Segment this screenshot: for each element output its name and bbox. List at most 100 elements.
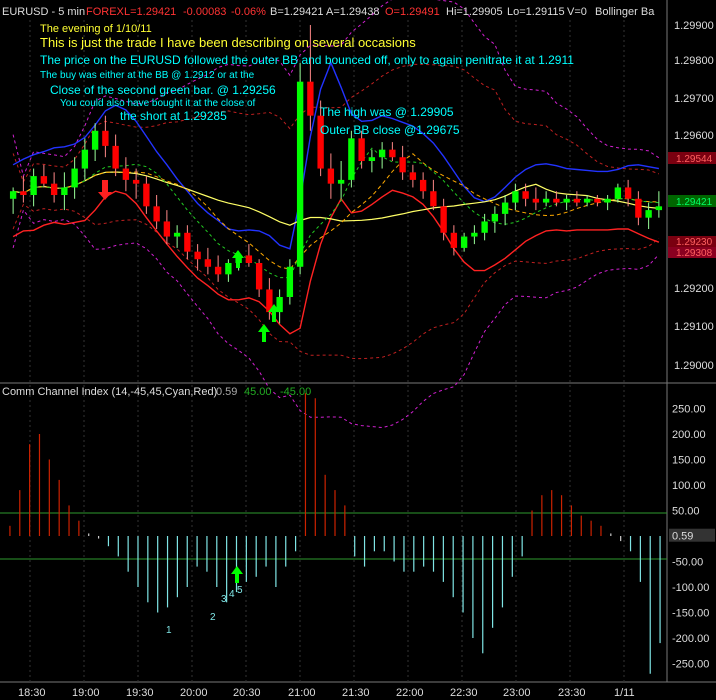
annotation-followed-bb: The price on the EURUSD followed the out…	[40, 53, 574, 67]
price-tick: 1.29000	[674, 360, 714, 372]
candle-body	[358, 138, 365, 161]
high-price: Hi=1.29905	[446, 6, 503, 18]
candle-body	[327, 168, 335, 184]
candle-body	[296, 81, 304, 267]
price-tick: 1.29100	[674, 321, 714, 333]
candle-body	[378, 149, 386, 158]
candle-body	[184, 232, 191, 252]
price-badge: 1.29421	[676, 197, 713, 208]
candle-body	[645, 210, 652, 218]
cci-marker: 5	[237, 585, 243, 596]
time-tick: 20:30	[233, 687, 261, 699]
cci-tick: 200.00	[672, 429, 706, 441]
change-percent: -0.06%	[231, 6, 266, 18]
candle-body	[553, 198, 560, 203]
volume-value: V=0	[567, 6, 587, 18]
candle-body	[583, 198, 591, 203]
candle-body	[481, 221, 488, 233]
cci-tick: 150.00	[672, 455, 706, 467]
candle-body	[225, 263, 232, 275]
market-label: FOREX	[86, 6, 125, 18]
annotation-short: the short at 1.29285	[120, 109, 227, 123]
cci-marker: 2	[210, 612, 216, 623]
price-tick: 1.29800	[674, 55, 714, 67]
candle-body	[163, 221, 171, 237]
time-tick: 18:30	[18, 687, 46, 699]
candle-body	[50, 183, 58, 195]
candle-body	[30, 176, 37, 195]
candle-body	[112, 145, 119, 169]
candle-body	[655, 206, 663, 211]
cci-tick: -50.00	[672, 557, 703, 569]
candle-body	[594, 198, 601, 203]
candle-body	[563, 198, 570, 203]
candle-body	[512, 191, 519, 203]
cci-marker: 3	[221, 594, 227, 605]
candle-body	[9, 191, 17, 199]
candle-body	[91, 130, 99, 150]
annotation-also-bought: You could also have bought it at the clo…	[60, 98, 256, 109]
price-tick: 1.29700	[674, 93, 714, 105]
time-tick: 23:00	[503, 687, 531, 699]
candle-body	[245, 255, 253, 263]
candle-body	[122, 168, 130, 180]
cci-tick: 0.59	[672, 531, 693, 543]
candle-body	[153, 206, 160, 222]
last-price: L=1.29421	[124, 6, 176, 18]
candle-body	[460, 236, 468, 248]
cci-marker: 4	[229, 589, 235, 600]
candle-body	[337, 179, 345, 184]
price-tick: 1.29600	[674, 130, 714, 142]
cci-upper: 45.00	[244, 386, 272, 398]
candle-body	[573, 198, 581, 203]
candle-body	[255, 263, 263, 290]
time-tick: 21:00	[288, 687, 316, 699]
candle-body	[173, 232, 181, 237]
cci-tick: 100.00	[672, 480, 706, 492]
candle-body	[624, 187, 632, 199]
annotation-high: The high was @ 1.29905	[320, 105, 454, 119]
candle-body	[102, 130, 109, 146]
candle-body	[522, 191, 529, 199]
price-badge: 1.29544	[676, 154, 713, 165]
candle-body	[61, 187, 68, 195]
cci-tick: -200.00	[672, 633, 709, 645]
candle-body	[399, 157, 406, 173]
candle-body	[143, 183, 150, 207]
candle-body	[450, 232, 458, 248]
ask-price: A=1.29438	[326, 6, 380, 18]
cci-tick: 250.00	[672, 404, 706, 416]
price-tick: 1.29900	[674, 20, 714, 32]
candle-body	[501, 202, 509, 214]
chart-root: EURUSD - 5 min FOREX L=1.29421 -0.00083 …	[0, 0, 716, 700]
candle-body	[286, 266, 294, 297]
cci-title: Comm Channel Index (14,-45,45,Cyan,Red)	[2, 386, 217, 398]
annotation-second-green: Close of the second green bar. @ 1.29256	[50, 83, 276, 97]
price-tick: 1.29200	[674, 283, 714, 295]
annotation-headline: This is just the trade I have been descr…	[40, 35, 416, 50]
candle-body	[471, 232, 478, 237]
time-tick: 22:30	[450, 687, 478, 699]
candle-body	[614, 187, 622, 199]
candle-body	[132, 179, 140, 184]
symbol-label: EURUSD - 5 min	[2, 6, 85, 18]
candle-body	[204, 259, 212, 267]
change-value: -0.00083	[183, 6, 226, 18]
bid-price: B=1.29421	[270, 6, 324, 18]
cci-marker: 1	[166, 625, 172, 636]
time-tick: 21:30	[342, 687, 370, 699]
candle-body	[71, 168, 78, 188]
cci-value: 0.59	[216, 386, 237, 398]
candle-body	[440, 206, 447, 233]
candle-body	[81, 149, 89, 169]
cci-tick: -250.00	[672, 659, 709, 671]
cci-tick: 50.00	[672, 506, 700, 518]
candle-body	[430, 191, 437, 207]
annotation-outer-bb-close: Outer BB close @1.29675	[320, 123, 460, 137]
svg-text:EURUSD - 5 min FOREX L: EURUSD - 5 min FOREX L=1.29421 -0.00083 …	[2, 6, 655, 18]
candle-body	[491, 213, 499, 222]
price-badge: 1.29230	[676, 237, 713, 248]
annotation-date: The evening of 1/10/11	[40, 23, 152, 35]
candle-body	[368, 157, 376, 161]
time-tick: 19:00	[72, 687, 100, 699]
